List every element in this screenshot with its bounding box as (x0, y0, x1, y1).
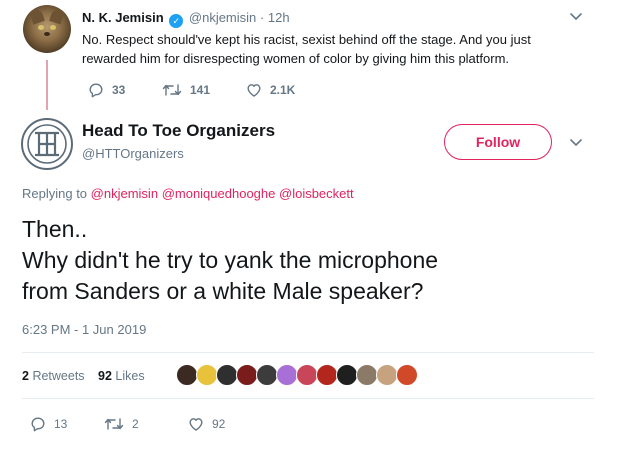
mention-link[interactable]: @loisbeckett (279, 186, 354, 201)
liker-avatar[interactable] (256, 364, 278, 386)
parent-tweet-time[interactable]: 12h (268, 10, 290, 25)
main-author-name[interactable]: Head To Toe Organizers (82, 121, 275, 141)
main-tweet-text: Then.. Why didn't he try to yank the mic… (22, 214, 592, 307)
parent-like-action[interactable]: 2.1K (246, 82, 295, 98)
parent-tweet-header: N. K. Jemisin ✓ @nkjemisin · 12h (82, 10, 290, 28)
verified-badge-icon: ✓ (169, 14, 184, 28)
tweet-text-line: from Sanders or a white Male speaker? (22, 278, 424, 304)
parent-retweet-count: 141 (190, 83, 211, 97)
liker-avatar[interactable] (356, 364, 378, 386)
tweet-stats: 2 Retweets 92 Likes (22, 369, 155, 383)
liker-avatar[interactable] (336, 364, 358, 386)
parent-more-chevron-icon[interactable] (570, 13, 582, 21)
retweets-stat-label: Retweets (32, 369, 85, 383)
parent-author-name[interactable]: N. K. Jemisin (82, 10, 164, 25)
main-author-handle[interactable]: @HTTOrganizers (82, 146, 184, 161)
stats-top-divider (22, 352, 594, 353)
main-like-count: 92 (212, 417, 226, 431)
tweet-text-line: Why didn't he try to yank the microphone (22, 247, 439, 273)
parent-retweet-action[interactable]: 141 (162, 82, 210, 98)
liker-avatar[interactable] (396, 364, 418, 386)
parent-reply-action[interactable]: 33 (88, 82, 125, 98)
thread-connector-line (46, 60, 48, 110)
liker-avatar[interactable] (216, 364, 238, 386)
main-reply-action[interactable]: 13 (30, 416, 67, 432)
liker-avatar[interactable] (296, 364, 318, 386)
mention-link[interactable]: @moniquedhooghe (162, 186, 276, 201)
parent-reply-count: 33 (112, 83, 126, 97)
main-like-action[interactable]: 92 (188, 416, 225, 432)
main-retweet-count: 2 (132, 417, 139, 431)
parent-author-handle[interactable]: @nkjemisin (189, 10, 256, 25)
liker-avatar[interactable] (376, 364, 398, 386)
avatar-cat-nose (44, 32, 50, 36)
reply-icon (31, 417, 45, 432)
main-reply-count: 13 (54, 417, 68, 431)
replying-to-label: Replying to (22, 186, 88, 201)
avatar-cat-eye (50, 25, 56, 30)
follow-button[interactable]: Follow (444, 124, 552, 160)
likes-stat-count: 92 (98, 369, 112, 383)
liker-avatar[interactable] (196, 364, 218, 386)
heart-icon (247, 84, 261, 97)
retweet-icon (162, 84, 182, 96)
avatar-cat-ear (49, 7, 65, 25)
tweet-text-line: Then.. (22, 216, 88, 242)
likes-stat-label: Likes (115, 369, 145, 383)
stats-bottom-divider (22, 398, 594, 399)
avatar-cat-ear (29, 7, 45, 25)
htt-logo-icon (27, 124, 67, 164)
liker-avatar[interactable] (236, 364, 258, 386)
retweets-stat[interactable]: 2 Retweets (22, 369, 85, 383)
parent-avatar[interactable] (23, 5, 71, 53)
replying-to-line: Replying to @nkjemisin @moniquedhooghe @… (22, 186, 354, 201)
retweet-icon (104, 418, 124, 430)
main-more-chevron-icon[interactable] (570, 139, 582, 147)
avatar-cat-eye (38, 25, 44, 30)
mention-link[interactable]: @nkjemisin (91, 186, 158, 201)
parent-like-count: 2.1K (270, 83, 296, 97)
retweets-stat-count: 2 (22, 369, 29, 383)
parent-tweet-text: No. Respect should've kept his racist, s… (82, 32, 531, 66)
tweet-timestamp[interactable]: 6:23 PM - 1 Jun 2019 (22, 322, 146, 337)
reply-icon (89, 83, 103, 98)
main-author-avatar[interactable] (21, 118, 73, 170)
header-separator: · (259, 10, 265, 25)
heart-icon (189, 418, 203, 431)
liker-avatar[interactable] (316, 364, 338, 386)
main-retweet-action[interactable]: 2 (104, 416, 139, 432)
liker-avatar[interactable] (176, 364, 198, 386)
likes-stat[interactable]: 92 Likes (98, 369, 145, 383)
liker-avatar[interactable] (276, 364, 298, 386)
